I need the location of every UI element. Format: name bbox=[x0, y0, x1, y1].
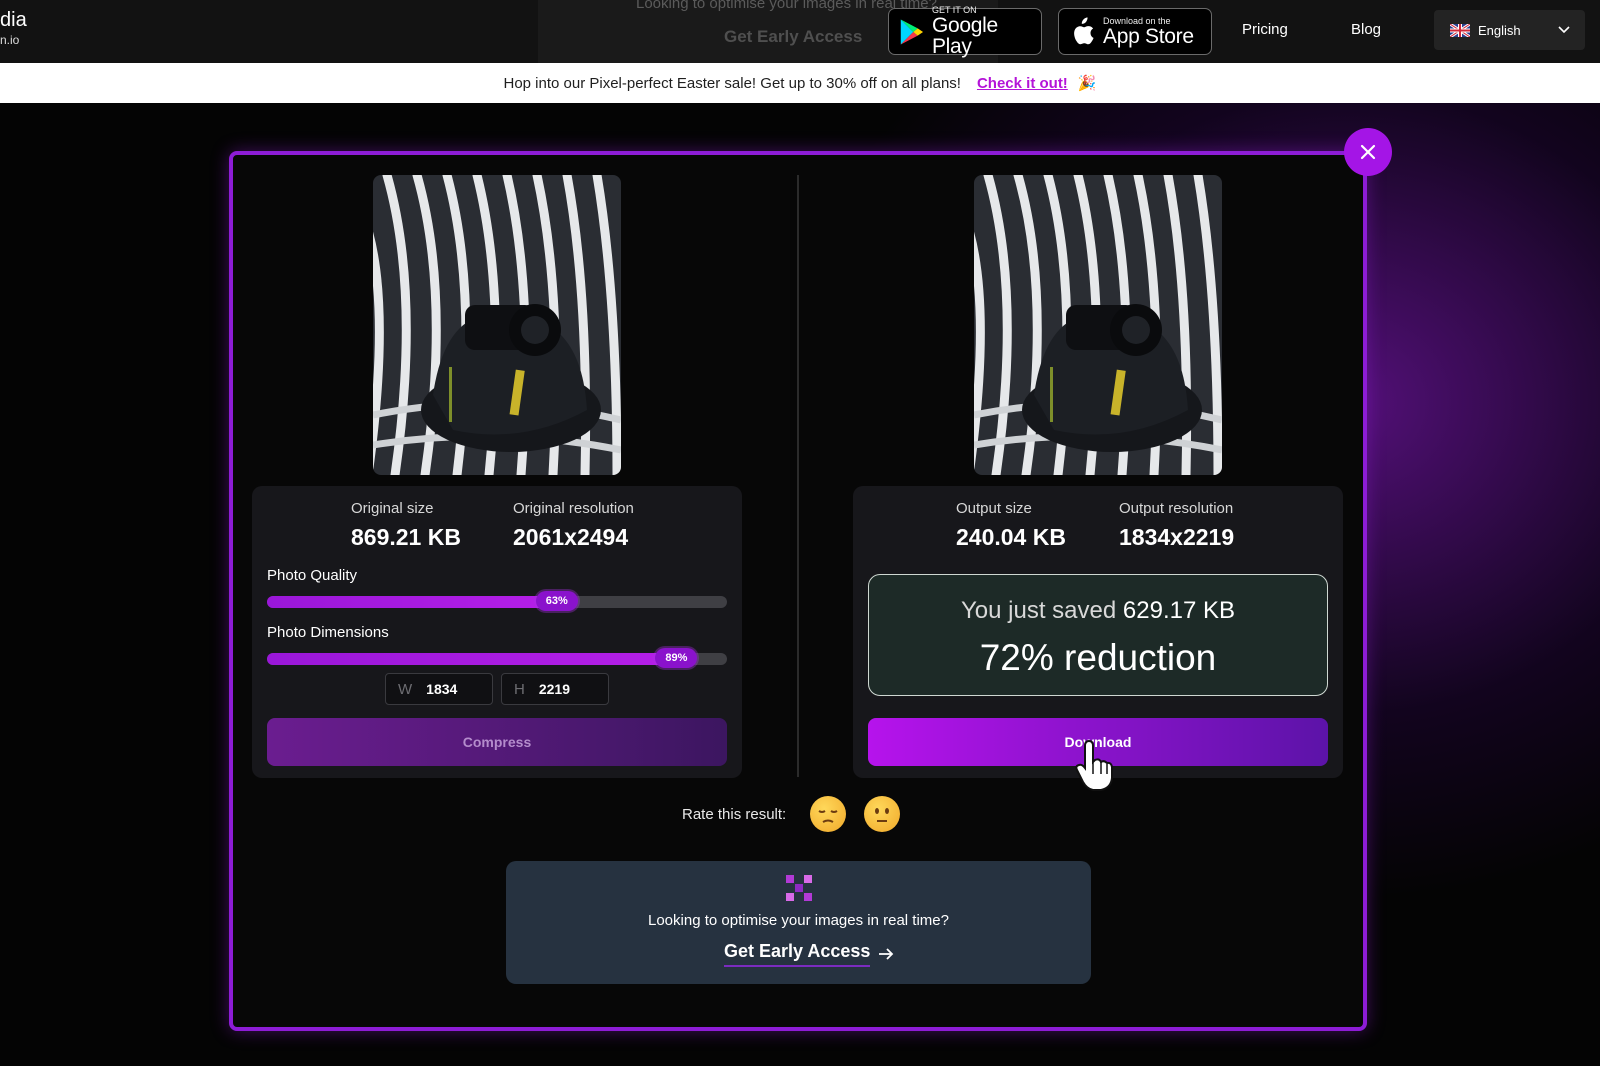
early-access-cta: Get Early Access bbox=[724, 941, 871, 967]
brand-domain: n.io bbox=[0, 33, 20, 47]
language-label: English bbox=[1478, 22, 1521, 38]
original-resolution-label: Original resolution bbox=[513, 500, 634, 517]
photo-dimensions-label: Photo Dimensions bbox=[267, 624, 389, 641]
savings-value: 629.17 KB bbox=[1122, 597, 1235, 624]
hand-cursor-icon bbox=[1075, 740, 1113, 791]
photo-quality-slider[interactable]: 63% bbox=[267, 591, 727, 611]
column-divider bbox=[797, 175, 799, 777]
camera-bag-photo bbox=[373, 175, 621, 475]
reduction-percent: 72% reduction bbox=[979, 637, 1217, 678]
app-store-label: App Store bbox=[1103, 24, 1194, 48]
early-access-card: Looking to optimise your images in real … bbox=[506, 861, 1091, 984]
google-play-icon bbox=[900, 19, 924, 44]
close-icon bbox=[1360, 144, 1376, 160]
original-size-stat: Original size 869.21 KB bbox=[351, 500, 461, 551]
chevron-down-icon bbox=[1558, 26, 1570, 34]
neutral-face-icon[interactable] bbox=[864, 796, 901, 832]
output-result-card: Output size 240.04 KB Output resolution … bbox=[853, 486, 1343, 778]
output-size-stat: Output size 240.04 KB bbox=[956, 500, 1066, 551]
photo-dimensions-slider[interactable]: 89% bbox=[267, 648, 727, 668]
width-field[interactable]: W 1834 bbox=[385, 673, 493, 705]
compress-button[interactable]: Compress bbox=[267, 718, 727, 766]
pensive-face-icon[interactable] bbox=[810, 796, 847, 832]
original-settings-card: Original size 869.21 KB Original resolut… bbox=[252, 486, 742, 778]
original-resolution-value: 2061x2494 bbox=[513, 524, 629, 550]
savings-summary: You just saved 629.17 KB 72% reduction bbox=[868, 574, 1328, 696]
promo-link[interactable]: Check it out! bbox=[977, 75, 1068, 92]
height-value: 2219 bbox=[538, 681, 570, 697]
height-field[interactable]: H 2219 bbox=[501, 673, 609, 705]
savings-prefix: You just saved bbox=[961, 597, 1117, 624]
output-size-label: Output size bbox=[956, 500, 1032, 517]
height-key: H bbox=[514, 680, 525, 698]
top-navbar: dia n.io Looking to optimise your images… bbox=[0, 0, 1600, 63]
output-resolution-label: Output resolution bbox=[1119, 500, 1234, 517]
photo-dimensions-fill bbox=[267, 653, 677, 665]
original-size-label: Original size bbox=[351, 500, 434, 517]
arrow-right-icon bbox=[879, 948, 894, 960]
party-popper-icon: 🎉 bbox=[1077, 75, 1097, 92]
savings-line: You just saved 629.17 KB bbox=[869, 597, 1327, 625]
width-value: 1834 bbox=[426, 681, 458, 697]
rating-label: Rate this result: bbox=[682, 805, 787, 823]
close-modal-button[interactable] bbox=[1344, 128, 1392, 176]
nav-pricing-link[interactable]: Pricing bbox=[1242, 21, 1288, 38]
promo-bar: Hop into our Pixel-perfect Easter sale! … bbox=[0, 63, 1600, 103]
uk-flag-icon bbox=[1450, 23, 1470, 37]
output-resolution-stat: Output resolution 1834x2219 bbox=[1119, 500, 1234, 551]
output-image-preview bbox=[974, 175, 1222, 475]
language-selector[interactable]: English bbox=[1434, 10, 1585, 50]
google-play-label: Google Play bbox=[931, 14, 998, 58]
rating-row: Rate this result: bbox=[682, 796, 901, 832]
header-banner-cta[interactable]: Get Early Access bbox=[724, 27, 862, 47]
brand-logo[interactable]: dia n.io bbox=[0, 10, 27, 46]
width-key: W bbox=[398, 680, 413, 698]
original-image-preview bbox=[373, 175, 621, 475]
photo-quality-thumb[interactable]: 63% bbox=[535, 591, 578, 611]
get-early-access-link[interactable]: Get Early Access bbox=[724, 941, 894, 967]
original-resolution-stat: Original resolution 2061x2494 bbox=[513, 500, 634, 551]
brand-mark-icon bbox=[786, 875, 812, 901]
photo-quality-label: Photo Quality bbox=[267, 567, 358, 584]
camera-bag-photo-compressed bbox=[974, 175, 1222, 475]
promo-text: Hop into our Pixel-perfect Easter sale! … bbox=[503, 74, 961, 92]
google-play-button[interactable]: GET IT ON Google Play bbox=[888, 6, 1042, 58]
early-access-question: Looking to optimise your images in real … bbox=[648, 912, 949, 929]
brand-name: dia bbox=[0, 9, 27, 31]
apple-icon bbox=[1074, 16, 1094, 44]
original-size-value: 869.21 KB bbox=[351, 524, 461, 550]
output-resolution-value: 1834x2219 bbox=[1119, 524, 1235, 550]
photo-quality-fill bbox=[267, 596, 557, 608]
nav-blog-link[interactable]: Blog bbox=[1351, 21, 1381, 38]
app-store-button[interactable]: Download on the App Store bbox=[1058, 8, 1212, 55]
photo-dimensions-thumb[interactable]: 89% bbox=[655, 648, 698, 668]
output-size-value: 240.04 KB bbox=[956, 524, 1066, 550]
